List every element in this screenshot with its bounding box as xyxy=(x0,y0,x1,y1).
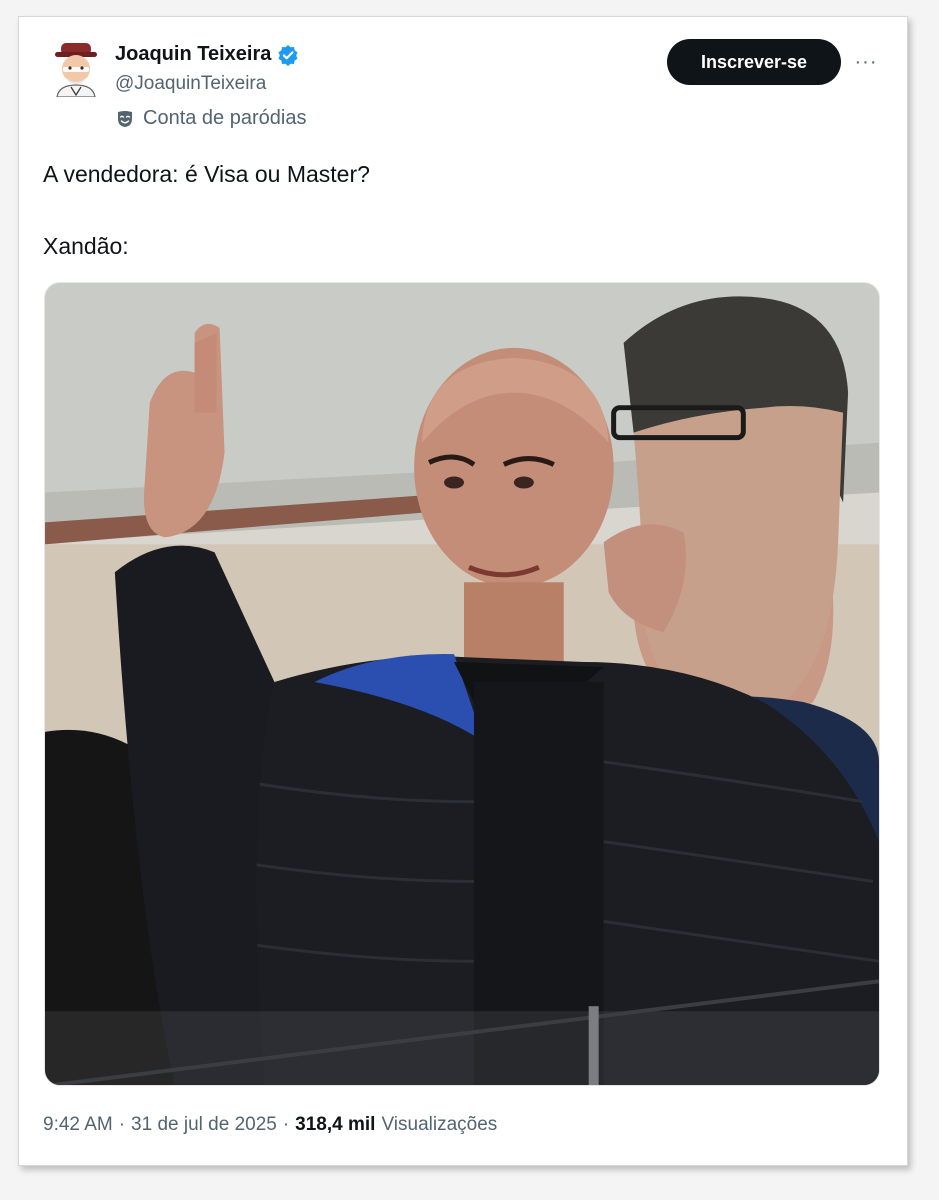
more-options-icon[interactable]: ··· xyxy=(851,47,881,77)
verified-badge-icon xyxy=(277,44,299,66)
author-handle[interactable]: @JoaquinTeixeira xyxy=(115,73,266,95)
tweet-card: Joaquin Teixeira @JoaquinTeixeira Conta … xyxy=(18,16,908,1166)
author-name[interactable]: Joaquin Teixeira xyxy=(115,43,271,66)
subscribe-button[interactable]: Inscrever-se xyxy=(667,39,841,85)
parody-label-text: Conta de paródias xyxy=(143,107,307,129)
photo-illustration xyxy=(45,283,879,1085)
tweet-date[interactable]: 31 de jul de 2025 xyxy=(131,1114,277,1136)
tweet-text-line-2: Xandão: xyxy=(43,233,129,259)
view-count: 318,4 mil xyxy=(295,1114,376,1135)
theater-mask-icon xyxy=(115,109,135,129)
parody-account-label: Conta de paródias xyxy=(115,107,306,130)
tweet-photo[interactable] xyxy=(44,282,880,1086)
separator: · xyxy=(118,1114,126,1135)
tweet-metadata: 9:42 AM · 31 de jul de 2025 · 318,4 mil … xyxy=(43,1114,497,1136)
avatar[interactable] xyxy=(49,37,103,98)
tweet-time[interactable]: 9:42 AM xyxy=(43,1114,113,1136)
view-label: Visualizações xyxy=(381,1114,498,1135)
separator: · xyxy=(282,1114,290,1135)
author-name-row: Joaquin Teixeira xyxy=(115,43,299,66)
avatar-illustration xyxy=(55,43,97,98)
tweet-text-line-1: A vendedora: é Visa ou Master? xyxy=(43,161,370,187)
